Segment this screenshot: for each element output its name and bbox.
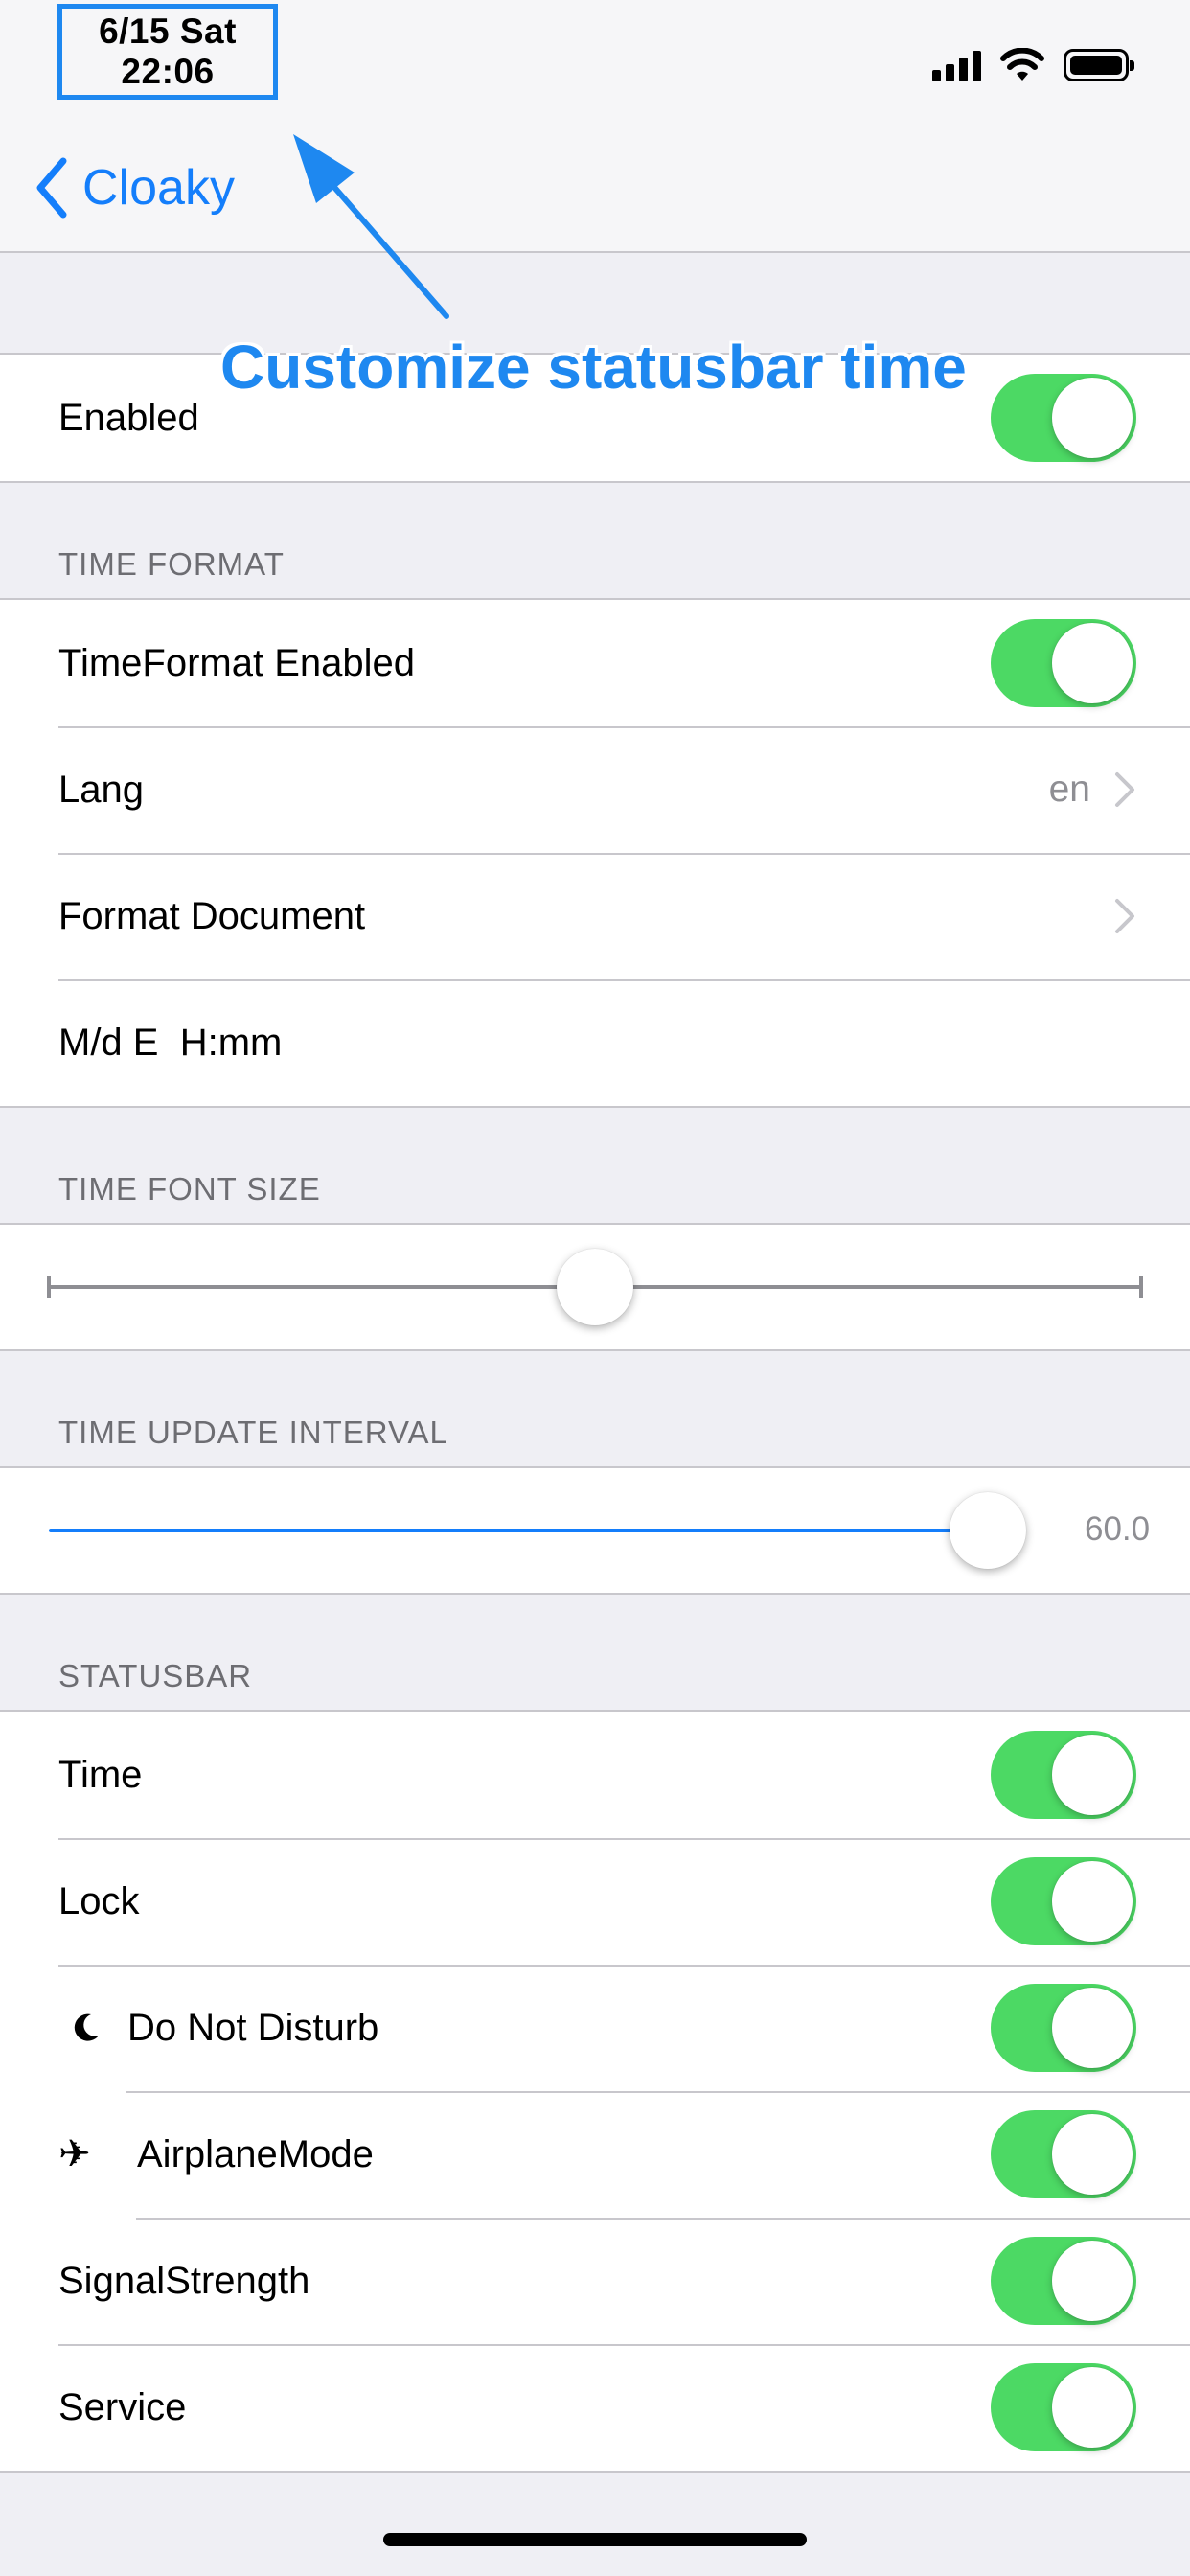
moon-icon	[74, 2013, 99, 2041]
statusbar-row-time: Time	[0, 1712, 1190, 1838]
statusbar-label-service: Service	[58, 2385, 187, 2428]
time-format-header: TIME FORMAT	[58, 546, 285, 582]
timeformat-enabled-row: TimeFormat Enabled	[0, 600, 1190, 726]
settings-list: Enabled TIME FORMAT TimeFormat Enabled L…	[0, 253, 1190, 2472]
lang-row[interactable]: Lang en	[0, 726, 1190, 853]
statusbar-row-dnd: Do Not Disturb	[0, 1965, 1190, 2091]
format-string-field[interactable]: M/d E H:mm	[58, 1022, 282, 1065]
statusbar-row-service: Service	[0, 2344, 1190, 2471]
statusbar-row-lock: Lock	[0, 1838, 1190, 1965]
interval-value: 60.0	[1085, 1510, 1151, 1548]
statusbar-group: Time Lock Do Not Disturb ✈ AirplaneMode …	[0, 1710, 1190, 2472]
enabled-toggle[interactable]	[991, 374, 1136, 462]
timeformat-enabled-label: TimeFormat Enabled	[58, 641, 415, 684]
format-string-row[interactable]: M/d E H:mm	[0, 979, 1190, 1106]
airplane-icon: ✈	[58, 2133, 91, 2175]
statusbar-label-time: Time	[58, 1753, 143, 1796]
slider-max-tick	[1139, 1276, 1143, 1298]
statusbar-label-dnd: Do Not Disturb	[127, 2006, 379, 2049]
slider-track-filled	[49, 1529, 988, 1532]
statusbar-row-signal: SignalStrength	[0, 2218, 1190, 2344]
annotation-arrow-icon	[293, 134, 449, 319]
time-update-interval-group: 60.0	[0, 1466, 1190, 1595]
statusbar-label-lock: Lock	[58, 1879, 140, 1922]
format-document-row[interactable]: Format Document	[0, 853, 1190, 979]
statusbar-header: STATUSBAR	[58, 1658, 253, 1693]
statusbar-toggle-signal[interactable]	[991, 2237, 1136, 2325]
statusbar-toggle-dnd[interactable]	[991, 1984, 1136, 2072]
statusbar-label-signal: SignalStrength	[58, 2259, 310, 2302]
time-update-interval-header: TIME UPDATE INTERVAL	[58, 1414, 448, 1450]
format-document-label: Format Document	[58, 894, 366, 937]
chevron-right-icon	[1115, 772, 1134, 807]
time-font-size-header: TIME FONT SIZE	[58, 1171, 321, 1207]
statusbar-row-airplane: ✈ AirplaneMode	[0, 2091, 1190, 2218]
slider-thumb[interactable]	[557, 1249, 633, 1325]
statusbar-toggle-lock[interactable]	[991, 1857, 1136, 1945]
enabled-label: Enabled	[58, 396, 199, 439]
annotation-caption: Customize statusbar time	[220, 333, 967, 402]
time-format-group: TimeFormat Enabled Lang en Format Docume…	[0, 598, 1190, 1108]
lang-label: Lang	[58, 768, 144, 811]
statusbar-toggle-service[interactable]	[991, 2363, 1136, 2451]
statusbar-toggle-time[interactable]	[991, 1731, 1136, 1819]
statusbar-toggle-airplane[interactable]	[991, 2110, 1136, 2198]
time-font-size-slider[interactable]	[0, 1225, 1190, 1349]
home-indicator	[383, 2533, 807, 2546]
timeformat-enabled-toggle[interactable]	[991, 619, 1136, 707]
time-font-size-group	[0, 1223, 1190, 1351]
slider-thumb[interactable]	[949, 1492, 1026, 1569]
time-update-interval-slider[interactable]: 60.0	[0, 1468, 1190, 1593]
statusbar-label-airplane: AirplaneMode	[137, 2132, 374, 2175]
chevron-right-icon	[1115, 899, 1134, 933]
lang-value: en	[1048, 769, 1090, 810]
